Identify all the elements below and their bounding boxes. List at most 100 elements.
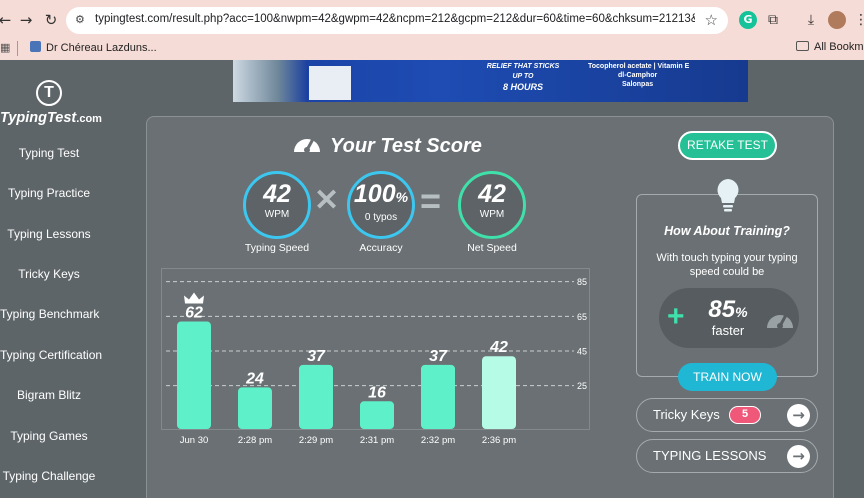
sidebar-item-typing-test[interactable]: Typing Test bbox=[0, 146, 98, 160]
training-box bbox=[636, 194, 818, 377]
bar-value-label: 37 bbox=[307, 348, 326, 365]
typing-lessons-label: TYPING LESSONS bbox=[653, 448, 767, 463]
typing-speed-unit: WPM bbox=[264, 209, 290, 220]
x-tick-label: 2:28 pm bbox=[237, 435, 273, 446]
gridline-label: 25 bbox=[577, 381, 587, 391]
sidebar-item-typing-challenge[interactable]: Typing Challenge bbox=[0, 469, 98, 483]
star-icon[interactable]: ☆ bbox=[705, 11, 718, 29]
bookmarks-divider bbox=[17, 41, 18, 56]
gridline-label: 85 bbox=[577, 277, 587, 287]
accuracy-value: 100 bbox=[353, 180, 396, 208]
ad-slogan-line3: 8 HOURS bbox=[502, 82, 543, 92]
tricky-keys-label: Tricky Keys bbox=[653, 407, 720, 422]
logo-icon: T bbox=[36, 80, 62, 106]
x-tick-label: 2:32 pm bbox=[420, 435, 456, 446]
typing-speed-caption: Typing Speed bbox=[244, 242, 310, 254]
score-title-text: Your Test Score bbox=[330, 135, 482, 157]
net-speed-caption: Net Speed bbox=[467, 242, 517, 254]
typing-lessons-pill[interactable]: TYPING LESSONS → bbox=[636, 439, 818, 473]
x-tick-label: 2:36 pm bbox=[481, 435, 517, 446]
bar-value-label: 16 bbox=[368, 384, 386, 401]
arrow-right-icon[interactable]: → bbox=[787, 404, 810, 427]
download-icon[interactable]: ⤓ bbox=[802, 11, 820, 29]
browser-chrome: ← → ↻ ⚙ typingtest.com/result.php?acc=10… bbox=[0, 0, 864, 60]
bookmark-favicon-icon bbox=[30, 41, 41, 52]
site-info-icon[interactable]: ⚙ bbox=[75, 13, 90, 28]
logo-main: TypingTest bbox=[0, 110, 77, 126]
ad-ingredient-2: dl-Camphor bbox=[618, 72, 658, 79]
ad-ingredients: Tocopherol acetate | Vitamin E dl-Campho… bbox=[588, 62, 689, 89]
sidebar-item-typing-benchmark[interactable]: Typing Benchmark bbox=[0, 307, 99, 321]
typing-speed-value: 42 bbox=[263, 180, 291, 208]
accuracy-circle: 100% 0 typos bbox=[347, 171, 415, 239]
ad-brand: Salonpas bbox=[622, 81, 654, 88]
profile-avatar[interactable] bbox=[828, 11, 846, 29]
arrow-right-icon[interactable]: → bbox=[787, 445, 810, 468]
tricky-keys-pill[interactable]: Tricky Keys 5 → bbox=[636, 398, 818, 432]
back-icon[interactable]: ← bbox=[0, 11, 14, 29]
address-bar[interactable]: ⚙ typingtest.com/result.php?acc=100&nwpm… bbox=[66, 7, 728, 34]
grammarly-icon[interactable]: G bbox=[739, 11, 757, 29]
sidebar-item-typing-certification[interactable]: Typing Certification bbox=[0, 348, 102, 362]
ad-slogan-line2: UP TO bbox=[512, 73, 534, 80]
train-now-button[interactable]: TRAIN NOW bbox=[678, 363, 777, 391]
ad-ingredient-1: Tocopherol acetate | Vitamin E bbox=[588, 63, 690, 70]
sidebar-item-typing-lessons[interactable]: Typing Lessons bbox=[0, 227, 98, 241]
accuracy-value-wrap: 100% bbox=[350, 181, 412, 211]
bar-value-label: 62 bbox=[185, 305, 203, 322]
ad-slogan: RELIEF THAT STICKS UP TO 8 HOURS bbox=[483, 62, 563, 92]
all-bookmarks-label: All Bookmarks bbox=[814, 41, 864, 53]
lightbulb-icon bbox=[717, 179, 739, 212]
sidebar-item-tricky-keys[interactable]: Tricky Keys bbox=[0, 267, 98, 281]
bookmark-label: Dr Chéreau Lazduns... bbox=[46, 42, 157, 54]
logo-text: TypingTest.com bbox=[0, 110, 102, 126]
ad-slogan-line1: RELIEF THAT STICKS bbox=[486, 63, 560, 70]
history-chart-svg: 85 65 45 25 62 24 37 16 37 42 bbox=[166, 277, 587, 429]
url-text[interactable]: typingtest.com/result.php?acc=100&nwpm=4… bbox=[95, 13, 695, 25]
chart-bar bbox=[177, 321, 211, 429]
bookmark-item[interactable]: Dr Chéreau Lazduns... bbox=[30, 41, 157, 54]
retake-test-button[interactable]: RETAKE TEST bbox=[678, 131, 777, 160]
speedometer-icon bbox=[294, 137, 320, 153]
x-tick-label: 2:29 pm bbox=[298, 435, 334, 446]
bar-value-label: 37 bbox=[429, 348, 448, 365]
extensions-icon[interactable]: ⧉ bbox=[764, 11, 782, 29]
folder-icon bbox=[796, 41, 809, 51]
crown-icon bbox=[184, 292, 204, 304]
training-percent: 85% bbox=[698, 297, 758, 325]
site-logo[interactable]: T TypingTest.com bbox=[0, 80, 102, 128]
speedometer-small-icon bbox=[767, 313, 793, 329]
ad-photo bbox=[233, 60, 308, 102]
logo-suffix: .com bbox=[76, 113, 102, 125]
score-title: Your Test Score bbox=[292, 130, 482, 158]
net-speed-value: 42 bbox=[478, 180, 506, 208]
all-bookmarks[interactable]: All Bookmarks bbox=[796, 41, 864, 53]
training-subtitle: With touch typing your typing speed coul… bbox=[656, 252, 798, 278]
bookmarks-bar: ▦ Dr Chéreau Lazduns... All Bookmarks bbox=[0, 38, 864, 60]
sidebar-item-bigram-blitz[interactable]: Bigram Blitz bbox=[0, 388, 98, 402]
tricky-keys-count-badge: 5 bbox=[729, 406, 761, 424]
apps-icon[interactable]: ▦ bbox=[0, 41, 10, 54]
training-title: How About Training? bbox=[664, 224, 790, 238]
bar-value-label: 24 bbox=[245, 370, 264, 387]
net-speed-circle: 42 WPM bbox=[458, 171, 526, 239]
history-chart: 85 65 45 25 62 24 37 16 37 42 Jun 30 2:28 pm 2:29 p… bbox=[161, 268, 590, 446]
chart-bar bbox=[482, 356, 516, 429]
chart-bar bbox=[299, 364, 333, 429]
chart-bar bbox=[421, 364, 455, 429]
reload-icon[interactable]: ↻ bbox=[42, 11, 60, 29]
chart-bar bbox=[360, 401, 394, 429]
sidebar-item-typing-practice[interactable]: Typing Practice bbox=[0, 186, 98, 200]
gridline-label: 65 bbox=[577, 312, 587, 322]
sidebar-item-typing-games[interactable]: Typing Games bbox=[0, 429, 98, 443]
typing-speed-circle: 42 WPM bbox=[243, 171, 311, 239]
menu-icon[interactable]: ⋮ bbox=[852, 11, 864, 29]
ad-banner[interactable]: RELIEF THAT STICKS UP TO 8 HOURS Tocophe… bbox=[233, 60, 748, 102]
accuracy-caption: Accuracy bbox=[359, 242, 403, 254]
plus-icon: + bbox=[667, 300, 685, 333]
training-faster: faster bbox=[711, 323, 745, 338]
times-icon: ✕ bbox=[314, 184, 340, 217]
accuracy-typos: 0 typos bbox=[364, 212, 398, 223]
training-percent-unit: % bbox=[735, 304, 748, 320]
forward-icon[interactable]: → bbox=[17, 11, 35, 29]
